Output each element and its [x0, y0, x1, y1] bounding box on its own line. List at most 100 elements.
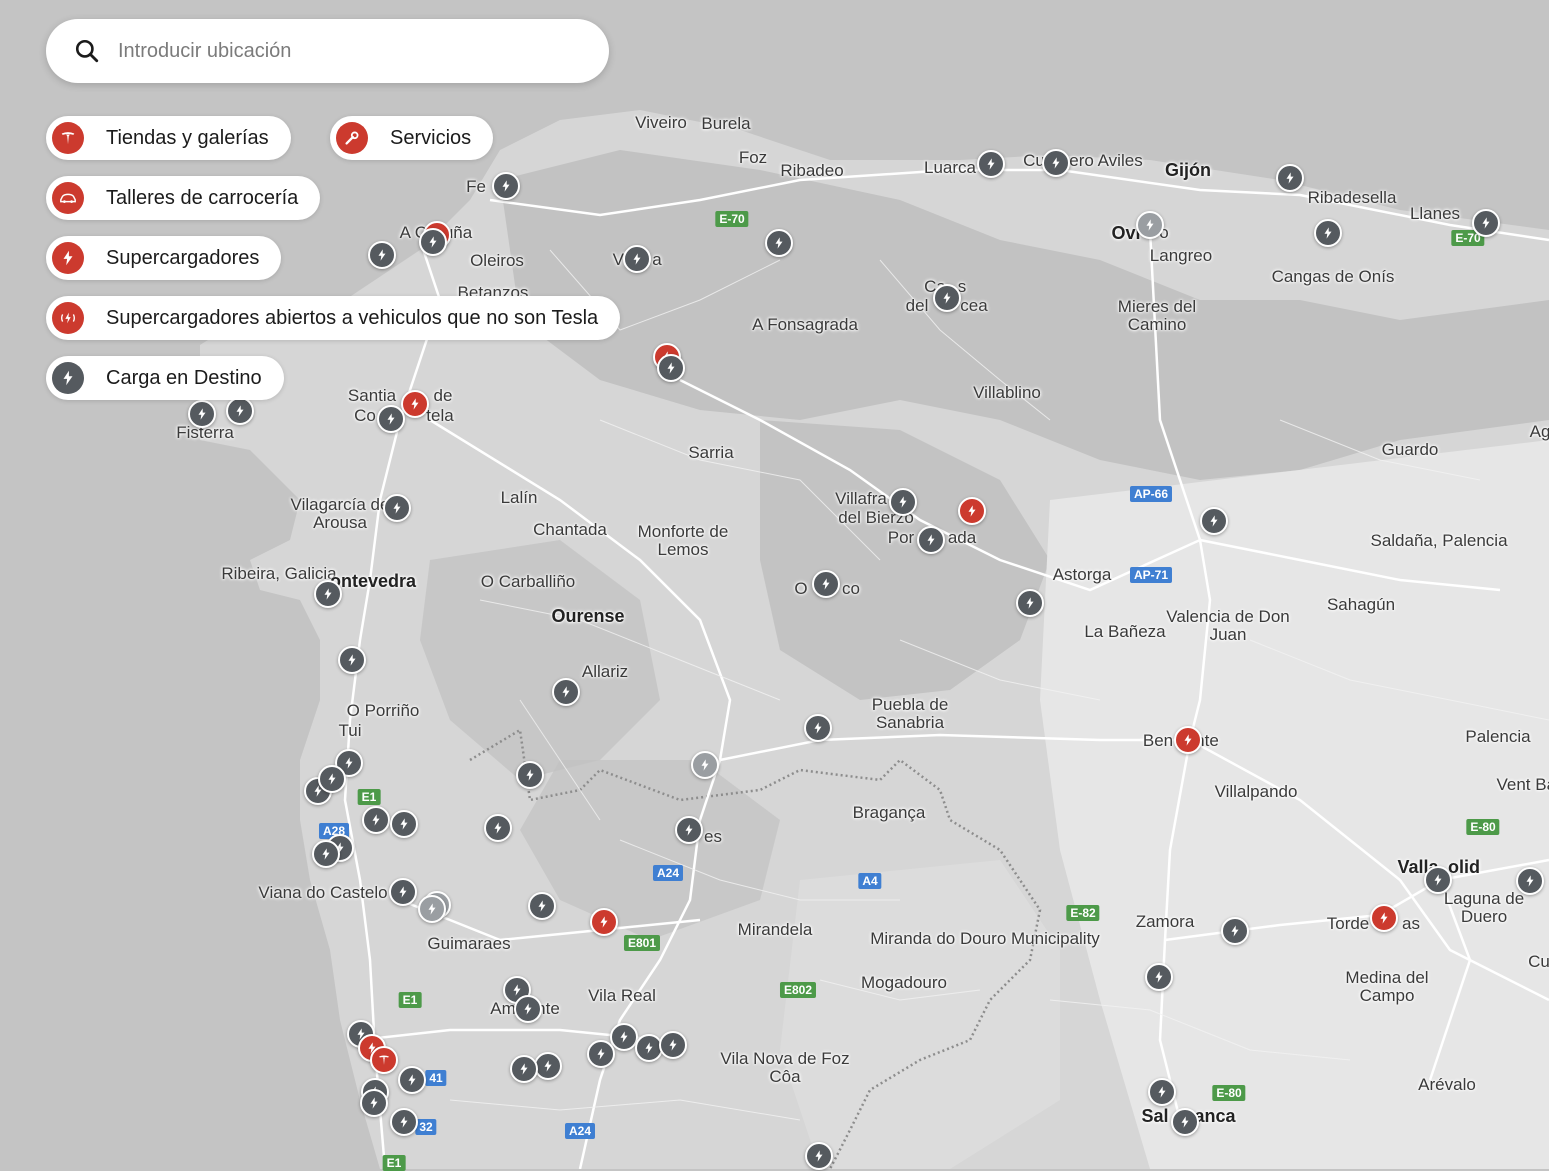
- map-place-label: Mirandela: [737, 920, 813, 939]
- destination-charger-marker[interactable]: [812, 570, 840, 598]
- map-place-label: Oleiros: [470, 251, 524, 270]
- bolt-icon: [502, 180, 510, 192]
- destination-charger-marker[interactable]: [368, 241, 396, 269]
- bolt-icon: [1052, 157, 1060, 169]
- destination-charger-marker[interactable]: [362, 806, 390, 834]
- destination-charger-marker[interactable]: [659, 1031, 687, 1059]
- destination-charger-marker[interactable]: [1042, 149, 1070, 177]
- map-place-label: Sarria: [688, 443, 734, 462]
- destination-charger-marker[interactable]: [398, 1066, 426, 1094]
- bolt-icon: [620, 1031, 628, 1043]
- bolt-icon: [345, 757, 353, 769]
- map-place-label: O Porriño: [346, 701, 420, 720]
- destination-charger-marker[interactable]: [226, 397, 254, 425]
- destination-charger-marker[interactable]: [528, 892, 556, 920]
- map-place-label: Guardo: [1381, 440, 1439, 459]
- destination-charger-marker[interactable]: [510, 1055, 538, 1083]
- map-place-label: Tui: [338, 721, 362, 740]
- filter-label: Talleres de carrocería: [106, 186, 299, 209]
- supercharger-marker[interactable]: [1370, 904, 1398, 932]
- bolt-icon: [775, 237, 783, 249]
- map-place-label: Ribadeo: [780, 161, 844, 180]
- destination-charger-marker[interactable]: [1136, 211, 1164, 239]
- bolt-icon: [387, 413, 395, 425]
- destination-charger-marker[interactable]: [552, 678, 580, 706]
- destination-charger-marker[interactable]: [338, 646, 366, 674]
- destination-charger-marker[interactable]: [312, 840, 340, 868]
- map-place-label: anca: [1194, 1106, 1236, 1126]
- destination-charger-marker[interactable]: [623, 245, 651, 273]
- destination-charger-marker[interactable]: [1148, 1078, 1176, 1106]
- destination-charger-marker[interactable]: [675, 816, 703, 844]
- map-place-label: Gijón: [1165, 160, 1211, 180]
- supercharger-marker[interactable]: [401, 390, 429, 418]
- map-place-label: Llanes: [1409, 204, 1461, 223]
- road-shield: E-70: [715, 211, 749, 227]
- destination-charger-marker[interactable]: [1016, 589, 1044, 617]
- destination-charger-marker[interactable]: [889, 488, 917, 516]
- bolt-icon: [597, 1048, 605, 1060]
- bolt-icon: [494, 822, 502, 834]
- destination-charger-marker[interactable]: [389, 878, 417, 906]
- supercharger-marker[interactable]: [590, 908, 618, 936]
- destination-charger-marker[interactable]: [390, 810, 418, 838]
- destination-charger-marker[interactable]: [805, 1142, 833, 1170]
- store-marker[interactable]: [370, 1046, 398, 1074]
- destination-charger-marker[interactable]: [484, 814, 512, 842]
- filter-services[interactable]: Servicios: [330, 116, 494, 160]
- destination-charger-marker[interactable]: [419, 228, 447, 256]
- filter-superchargers[interactable]: Supercargadores: [46, 236, 282, 280]
- bolt-icon: [544, 1060, 552, 1072]
- destination-charger-marker[interactable]: [1145, 963, 1173, 991]
- destination-charger-marker[interactable]: [610, 1023, 638, 1051]
- bolt-icon: [1155, 971, 1163, 983]
- destination-charger-marker[interactable]: [657, 354, 685, 382]
- map-place-label: Bragança: [852, 803, 926, 822]
- destination-charger-marker[interactable]: [318, 765, 346, 793]
- supercharger-marker[interactable]: [1174, 726, 1202, 754]
- location-search-bar[interactable]: [46, 19, 609, 83]
- destination-charger-marker[interactable]: [1516, 867, 1544, 895]
- destination-charger-marker[interactable]: [514, 995, 542, 1023]
- destination-charger-marker[interactable]: [1200, 507, 1228, 535]
- road-shield: 32: [415, 1119, 437, 1135]
- destination-charger-marker[interactable]: [418, 895, 446, 923]
- destination-charger-marker[interactable]: [516, 761, 544, 789]
- destination-charger-marker[interactable]: [1314, 219, 1342, 247]
- destination-charger-marker[interactable]: [492, 172, 520, 200]
- destination-charger-marker[interactable]: [804, 714, 832, 742]
- destination-charger-marker[interactable]: [933, 284, 961, 312]
- map-place-label: Mogadouro: [860, 973, 948, 992]
- destination-charger-marker[interactable]: [1424, 866, 1452, 894]
- filter-body-shops[interactable]: Talleres de carrocería: [46, 176, 321, 220]
- filter-stores-galleries[interactable]: Tiendas y galerías: [46, 116, 291, 160]
- destination-charger-marker[interactable]: [383, 494, 411, 522]
- road-shield: E1: [398, 992, 422, 1008]
- destination-charger-marker[interactable]: [1472, 209, 1500, 237]
- map-place-label: Villalpando: [1214, 782, 1298, 801]
- bolt-icon: [526, 769, 534, 781]
- destination-charger-marker[interactable]: [765, 229, 793, 257]
- map-place-label: Chantada: [533, 520, 607, 539]
- road-shield: E-80: [1466, 819, 1500, 835]
- destination-charger-marker[interactable]: [188, 400, 216, 428]
- filter-superchargers-non-tesla[interactable]: Supercargadores abiertos a vehiculos que…: [46, 296, 621, 340]
- destination-charger-marker[interactable]: [390, 1108, 418, 1136]
- road-shield: A24: [564, 1123, 596, 1139]
- destination-charger-marker[interactable]: [1276, 164, 1304, 192]
- destination-charger-marker[interactable]: [691, 751, 719, 779]
- destination-charger-marker[interactable]: [1221, 917, 1249, 945]
- destination-charger-marker[interactable]: [534, 1052, 562, 1080]
- bolt-icon: [399, 886, 407, 898]
- supercharger-marker[interactable]: [958, 497, 986, 525]
- search-input[interactable]: [116, 38, 560, 64]
- destination-charger-marker[interactable]: [360, 1089, 388, 1117]
- filter-destination-charging[interactable]: Carga en Destino: [46, 356, 284, 400]
- destination-charger-marker[interactable]: [977, 150, 1005, 178]
- destination-charger-marker[interactable]: [377, 405, 405, 433]
- destination-charger-marker[interactable]: [587, 1040, 615, 1068]
- destination-charger-marker[interactable]: [314, 580, 342, 608]
- destination-charger-marker[interactable]: [1171, 1108, 1199, 1136]
- map-place-label: ontevedra: [329, 571, 417, 591]
- destination-charger-marker[interactable]: [917, 526, 945, 554]
